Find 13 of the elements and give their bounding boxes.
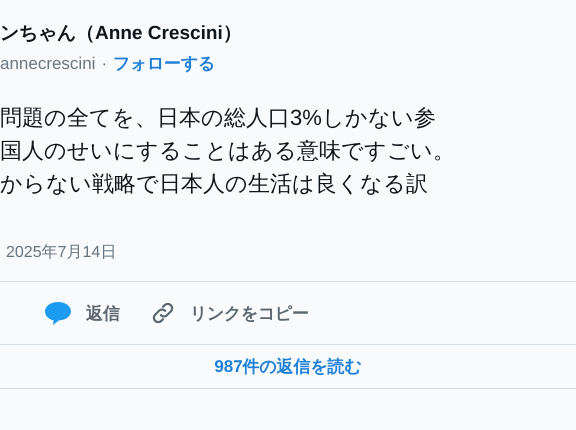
link-icon [150, 300, 176, 326]
post-date[interactable]: 2025年7月14日 [0, 242, 116, 263]
reply-button[interactable]: 返信 [44, 300, 120, 326]
link-button[interactable]: リンクをコピー [150, 300, 309, 326]
post-text-line: 国人のせいにすることはある意味ですごい。 [0, 137, 455, 165]
post-text-line: 問題の全てを、日本の総人口3%しかない参 [0, 104, 436, 132]
author-handle[interactable]: annecrescini [0, 54, 96, 74]
separator-dot: · [101, 54, 108, 74]
author-name[interactable]: ンちゃん（Anne Crescini） [0, 0, 242, 46]
read-replies-link[interactable]: 987件の返信を読む [214, 355, 362, 378]
speech-bubble-icon [44, 300, 72, 326]
post-text-line: からない戦略で日本人の生活は良くなる訳 [0, 170, 428, 198]
follow-link[interactable]: フォローする [113, 52, 216, 75]
